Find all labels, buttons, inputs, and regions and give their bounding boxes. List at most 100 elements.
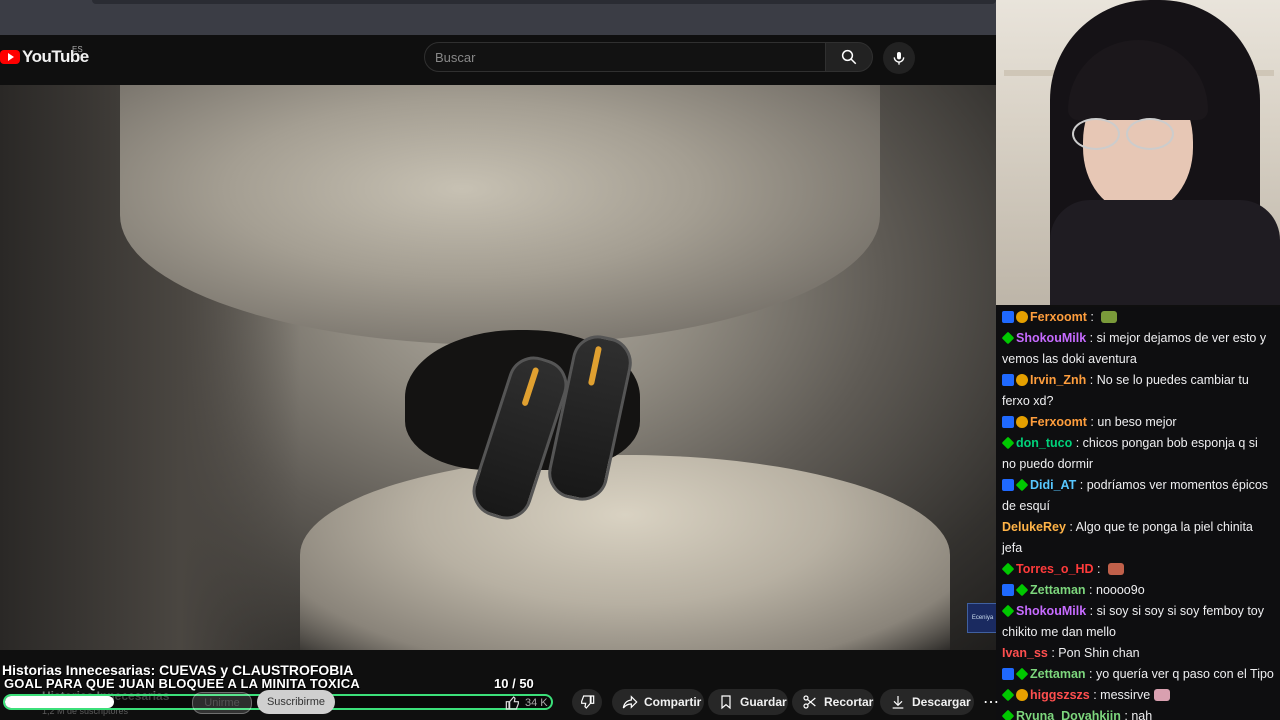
blue-badge-icon: [1002, 584, 1014, 596]
chat-text: Pon Shin chan: [1058, 646, 1140, 660]
chat-message: Ferxoomt :: [996, 307, 1280, 328]
save-label: Guardar: [740, 695, 787, 709]
green-badge-icon: [1015, 667, 1029, 681]
download-button[interactable]: Descargar: [880, 689, 974, 715]
chat-username[interactable]: higgszszs: [1030, 688, 1090, 702]
thumbs-up-icon: [505, 696, 519, 710]
search-button[interactable]: [825, 42, 873, 72]
green-badge-icon: [1001, 688, 1015, 702]
chat-text: noooo9o: [1096, 583, 1145, 597]
chat-separator: :: [1076, 478, 1087, 492]
chat-username[interactable]: Zettaman: [1030, 667, 1086, 681]
like-count: 34 K: [525, 697, 548, 709]
chat-username[interactable]: ShokouMilk: [1016, 604, 1086, 618]
gold-badge-icon: [1016, 689, 1028, 701]
gold-badge-icon: [1016, 416, 1028, 428]
chat-username[interactable]: Ferxoomt: [1030, 415, 1087, 429]
region-code: ES: [72, 45, 83, 54]
chat-username[interactable]: ShokouMilk: [1016, 331, 1086, 345]
goal-progress-fill: [5, 696, 115, 708]
chat-message: don_tuco : chicos pongan bob esponja q s…: [996, 433, 1280, 475]
blue-badge-icon: [1002, 668, 1014, 680]
chat-separator: :: [1120, 709, 1132, 720]
chat-separator: :: [1085, 583, 1096, 597]
chat-text: messirve: [1100, 688, 1151, 702]
search-icon: [841, 49, 857, 65]
browser-tab-bar: [92, 0, 996, 4]
chat-message: Zettaman : yo quería ver q paso con el T…: [996, 664, 1280, 685]
video-player[interactable]: Eceniya: [0, 85, 996, 650]
goal-total: / 50: [512, 676, 534, 691]
chat-username[interactable]: Didi_AT: [1030, 478, 1076, 492]
green-badge-icon: [1001, 436, 1015, 450]
green-badge-icon: [1001, 562, 1015, 576]
chat-message: Zettaman : noooo9o: [996, 580, 1280, 601]
chat-separator: :: [1047, 646, 1059, 660]
chat-text: yo quería ver q paso con el Tipo: [1096, 667, 1274, 681]
chat-username[interactable]: Ryuna_Dovahkiin: [1016, 709, 1121, 720]
download-icon: [892, 696, 904, 709]
chat-separator: :: [1085, 667, 1096, 681]
thumbs-down-icon: [581, 695, 595, 709]
green-badge-icon: [1001, 604, 1015, 618]
chat-message: Didi_AT : podríamos ver momentos épicos …: [996, 475, 1280, 517]
chat-separator: :: [1072, 436, 1083, 450]
chat-message: Ferxoomt : un beso mejor: [996, 412, 1280, 433]
chat-panel: Ferxoomt : ShokouMilk : si mejor dejamos…: [996, 307, 1280, 720]
emote-icon: [1108, 563, 1124, 575]
green-badge-icon: [1001, 709, 1015, 720]
search-input[interactable]: [433, 49, 797, 66]
blue-badge-icon: [1002, 416, 1014, 428]
chat-username[interactable]: DelukeRey: [1002, 520, 1066, 534]
chat-username[interactable]: Zettaman: [1030, 583, 1086, 597]
gold-badge-icon: [1016, 311, 1028, 323]
chat-message: Ivan_ss : Pon Shin chan: [996, 643, 1280, 664]
chat-text: un beso mejor: [1097, 415, 1177, 429]
emote-icon: [1101, 311, 1118, 323]
dislike-button[interactable]: [572, 689, 602, 715]
chat-separator: :: [1093, 562, 1104, 576]
chat-username[interactable]: Ivan_ss: [1002, 646, 1048, 660]
save-button[interactable]: Guardar: [708, 689, 788, 715]
join-button[interactable]: Unirme: [192, 692, 252, 714]
goal-current: 10: [494, 676, 509, 691]
streamer-body: [1050, 200, 1280, 305]
cave-floor: [300, 455, 950, 650]
chat-username[interactable]: Torres_o_HD: [1016, 562, 1094, 576]
emote-icon: [1154, 689, 1171, 701]
like-button[interactable]: 34 K: [505, 690, 567, 716]
search-box: [424, 42, 826, 72]
chat-separator: :: [1086, 415, 1098, 429]
clip-button[interactable]: Recortar: [792, 689, 874, 715]
chat-separator: :: [1086, 604, 1097, 618]
voice-search-button[interactable]: [883, 42, 915, 74]
green-badge-icon: [1015, 478, 1029, 492]
chat-username[interactable]: Ferxoomt: [1030, 310, 1087, 324]
chat-message: ShokouMilk : si mejor dejamos de ver est…: [996, 328, 1280, 370]
chat-username[interactable]: Irvin_Znh: [1030, 373, 1086, 387]
microphone-icon: [893, 52, 905, 65]
chat-text: nah: [1131, 709, 1153, 720]
chat-separator: :: [1065, 520, 1076, 534]
download-label: Descargar: [912, 695, 971, 709]
youtube-header: YouTube ES: [0, 35, 996, 85]
cave-ceiling: [120, 85, 880, 345]
gold-badge-icon: [1016, 374, 1028, 386]
bookmark-icon: [721, 695, 731, 710]
share-button[interactable]: Compartir: [612, 689, 704, 715]
chat-username[interactable]: don_tuco: [1016, 436, 1072, 450]
scissors-icon: [803, 695, 816, 709]
browser-tab-strip: [0, 0, 996, 35]
chat-separator: :: [1086, 331, 1097, 345]
chat-message: Irvin_Znh : No se lo puedes cambiar tu f…: [996, 370, 1280, 412]
streamer-glasses: [1072, 118, 1174, 150]
goal-text: GOAL PARA QUE JUAN BLOQUEE A LA MINITA T…: [4, 676, 360, 691]
youtube-logo[interactable]: YouTube ES: [0, 45, 89, 67]
blue-badge-icon: [1002, 479, 1014, 491]
green-badge-icon: [1001, 331, 1015, 345]
more-options-icon[interactable]: ⋯: [981, 692, 1001, 712]
subscribe-button[interactable]: Suscribirme: [257, 690, 335, 714]
chat-message: ShokouMilk : si soy si soy si soy femboy…: [996, 601, 1280, 643]
chat-message: Ryuna_Dovahkiin : nah: [996, 706, 1280, 720]
video-watermark: Eceniya: [967, 603, 996, 633]
